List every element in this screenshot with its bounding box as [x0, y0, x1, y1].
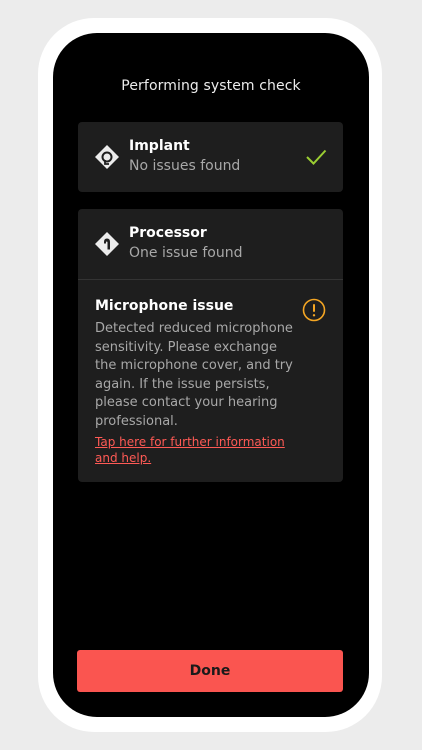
device-status: One issue found — [129, 245, 243, 261]
implant-card: Implant No issues found — [78, 122, 343, 192]
device-name: Implant — [129, 138, 190, 154]
issue-description: Detected reduced microphone sensitivity.… — [95, 321, 293, 429]
divider — [78, 279, 343, 280]
issue-title: Microphone issue — [95, 298, 234, 314]
implant-icon — [94, 144, 120, 170]
device-row-implant: Implant No issues found — [78, 122, 343, 192]
app-screen: Performing system check Implant No issue… — [53, 33, 369, 717]
device-name: Processor — [129, 225, 207, 241]
device-row-processor: Processor One issue found — [78, 209, 343, 279]
page-title: Performing system check — [121, 78, 301, 94]
device-status: No issues found — [129, 158, 241, 174]
done-button[interactable]: Done — [77, 650, 343, 692]
warning-icon — [302, 298, 326, 322]
help-link[interactable]: Tap here for further information and hel… — [95, 434, 285, 466]
check-icon — [305, 146, 327, 168]
processor-card: Processor One issue found Microphone iss… — [78, 209, 343, 482]
processor-icon — [94, 231, 120, 257]
